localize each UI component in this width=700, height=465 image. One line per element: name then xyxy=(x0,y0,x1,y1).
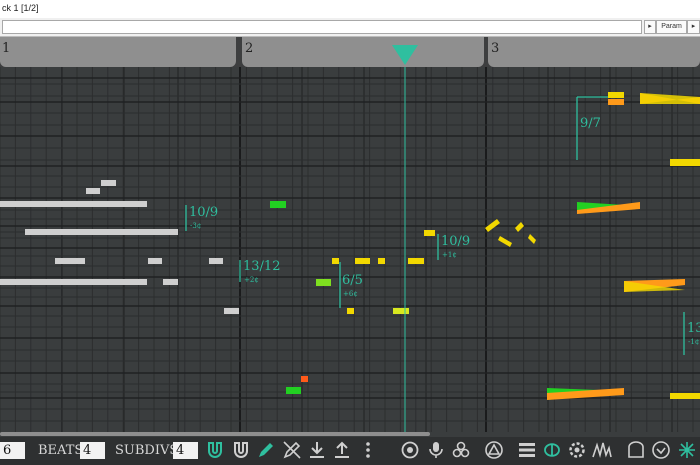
note xyxy=(301,376,308,382)
export-icon[interactable] xyxy=(332,440,352,460)
note xyxy=(101,180,116,186)
note xyxy=(608,92,624,98)
note xyxy=(148,258,162,264)
cents-label: +1¢ xyxy=(442,251,457,259)
small-arrow-button[interactable]: ▸ xyxy=(644,20,656,34)
subdivs-label: SUBDIVS xyxy=(115,443,179,458)
more-vertical-icon[interactable] xyxy=(358,440,378,460)
note xyxy=(316,279,331,286)
ratio-label: 10/9 xyxy=(189,205,218,220)
cents-label: +2¢ xyxy=(244,276,259,284)
note xyxy=(286,387,301,394)
magnet-outline-icon[interactable] xyxy=(231,440,251,460)
brain-icon[interactable] xyxy=(542,440,562,460)
box-icon[interactable] xyxy=(626,440,646,460)
note xyxy=(393,308,409,314)
import-icon[interactable] xyxy=(307,440,327,460)
note xyxy=(270,201,286,208)
playhead-triangle-icon xyxy=(392,45,418,65)
pencil-icon[interactable] xyxy=(256,440,276,460)
window-titlebar: ck 1 [1/2] xyxy=(0,0,700,19)
biohazard-icon[interactable] xyxy=(451,440,471,460)
note xyxy=(424,230,435,236)
piano-roll-grid[interactable]: 10/9 -3¢ 13/12 +2¢ 6/5 +6¢ 10/9 +1¢ 9/7 … xyxy=(0,67,700,432)
ratio-label: 6/5 xyxy=(342,273,363,288)
note xyxy=(55,258,85,264)
note xyxy=(163,279,178,285)
magnet-icon[interactable] xyxy=(205,440,225,460)
note xyxy=(347,308,354,314)
note xyxy=(86,188,100,194)
tracks-icon[interactable] xyxy=(517,440,537,460)
note xyxy=(224,308,239,314)
cents-label: -1¢ xyxy=(688,338,699,346)
bar-ruler[interactable]: 1 2 3 xyxy=(0,37,700,67)
param-button[interactable]: Param xyxy=(656,20,687,34)
note xyxy=(209,258,223,264)
microphone-icon[interactable] xyxy=(426,440,446,460)
window-title: ck 1 [1/2] xyxy=(2,3,39,13)
waveform-icon[interactable] xyxy=(592,440,612,460)
cents-label: -3¢ xyxy=(190,222,201,230)
mute-pencil-icon[interactable] xyxy=(282,440,302,460)
note xyxy=(670,393,700,399)
top-toolbar: ▸ Param ▸ xyxy=(0,18,700,37)
note xyxy=(355,258,370,264)
record-icon[interactable] xyxy=(400,440,420,460)
spark-icon[interactable] xyxy=(677,440,697,460)
note xyxy=(670,159,700,166)
end-arrow-button[interactable]: ▸ xyxy=(687,20,700,34)
cents-label: +6¢ xyxy=(343,290,358,298)
note xyxy=(0,279,147,285)
subdivs-value-field[interactable]: 4 xyxy=(173,442,198,459)
triangle-icon[interactable] xyxy=(484,440,504,460)
note xyxy=(25,229,178,235)
note xyxy=(378,258,385,264)
horizontal-scrollbar[interactable] xyxy=(0,432,430,436)
bars-value-field[interactable]: 6 xyxy=(0,442,25,459)
note xyxy=(608,99,624,105)
ratio-label: 13/12 xyxy=(243,259,280,274)
ratio-label: 9/7 xyxy=(580,116,601,131)
note xyxy=(408,258,424,264)
track-name-field[interactable] xyxy=(2,20,642,34)
gear-icon[interactable] xyxy=(567,440,587,460)
note xyxy=(0,201,147,207)
note xyxy=(332,258,339,264)
beats-value-field[interactable]: 4 xyxy=(80,442,105,459)
beats-label: BEATS xyxy=(38,443,84,458)
check-circle-icon[interactable] xyxy=(651,440,671,460)
ratio-label: 10/9 xyxy=(441,234,470,249)
playhead-marker[interactable] xyxy=(0,37,700,67)
ratio-label: 13 xyxy=(687,321,700,336)
